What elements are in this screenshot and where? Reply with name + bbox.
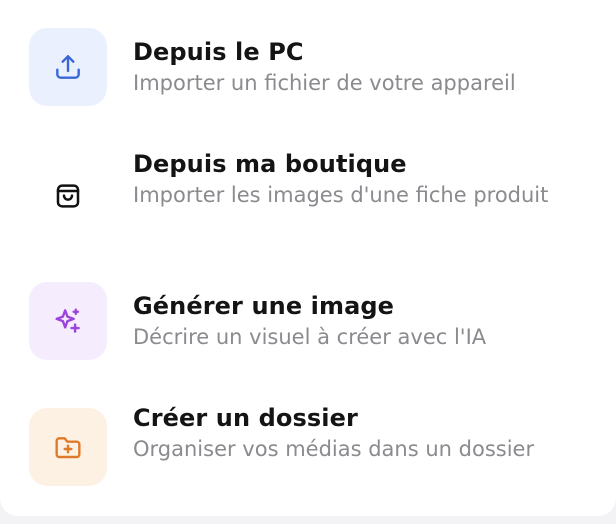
menu-item-title: Générer une image bbox=[133, 292, 395, 320]
upload-icon-container bbox=[29, 28, 107, 106]
menu-item-description: Décrire un visuel à créer avec l'IA bbox=[133, 325, 487, 349]
folder-plus-icon-container bbox=[29, 408, 107, 486]
menu-item-description: Importer les images d'une fiche produit bbox=[133, 183, 549, 207]
menu-item-title: Depuis le PC bbox=[133, 38, 304, 66]
sparkles-icon bbox=[55, 308, 80, 333]
shopping-bag-icon-container bbox=[29, 156, 107, 234]
shopping-bag-icon bbox=[56, 184, 80, 208]
import-menu: Depuis le PC Importer un fichier de votr… bbox=[0, 0, 616, 516]
menu-item-title: Depuis ma boutique bbox=[133, 150, 407, 178]
menu-item-title: Créer un dossier bbox=[133, 404, 358, 432]
folder-plus-icon bbox=[55, 437, 81, 459]
menu-item-description: Importer un fichier de votre appareil bbox=[133, 71, 516, 95]
menu-item-description: Organiser vos médias dans un dossier bbox=[133, 437, 535, 461]
sparkles-icon-container bbox=[29, 282, 107, 360]
upload-icon bbox=[56, 55, 80, 79]
